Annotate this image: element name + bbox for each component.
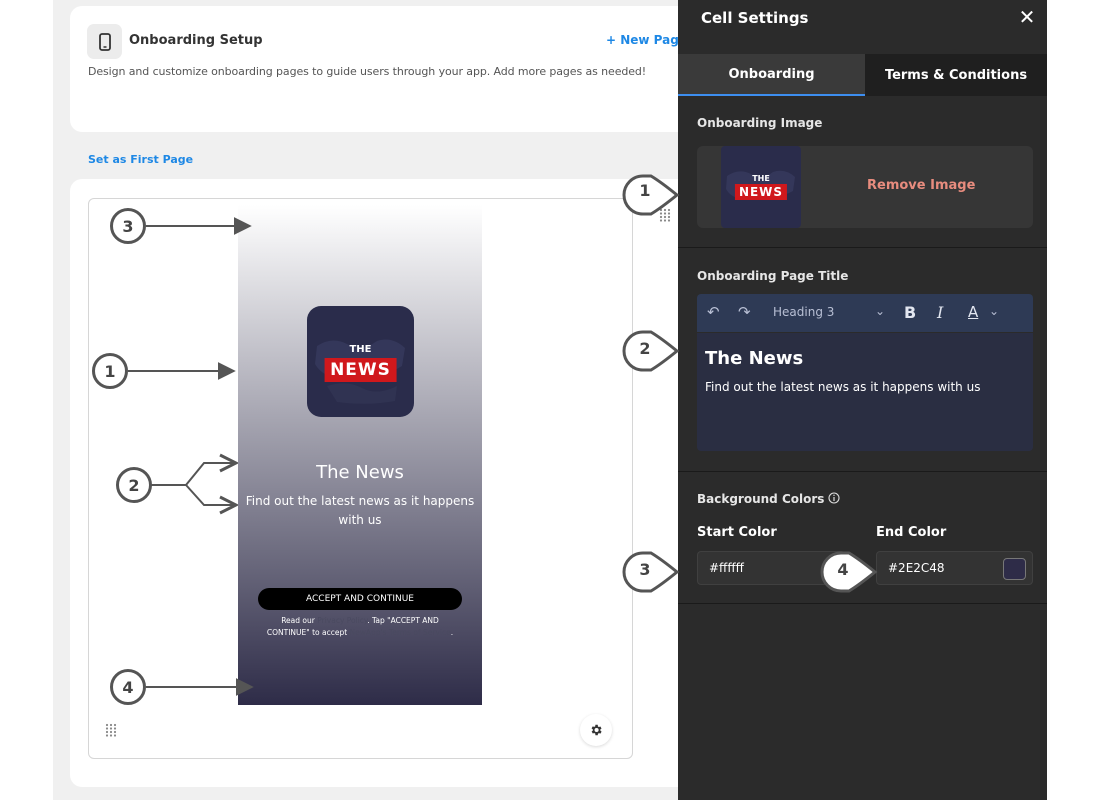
heading-format-select[interactable]: Heading 3 bbox=[773, 305, 834, 319]
callout-number: 1 bbox=[639, 181, 651, 200]
logo-text-the: THE bbox=[349, 344, 372, 355]
callout-number: 3 bbox=[639, 560, 651, 579]
redo-icon[interactable]: ↷ bbox=[738, 303, 751, 321]
background-colors-label: Background Colors bbox=[697, 492, 840, 507]
page-title-label: Onboarding Page Title bbox=[697, 269, 849, 283]
end-color-value: #2E2C48 bbox=[888, 561, 945, 575]
onboarding-image-label: Onboarding Image bbox=[697, 116, 823, 130]
end-color-label: End Color bbox=[876, 525, 947, 540]
preview-title: The News bbox=[316, 462, 404, 483]
news-thumbnail-image: THE NEWS bbox=[721, 146, 801, 228]
callout-badge: 3 bbox=[110, 208, 146, 244]
background-colors-text: Background Colors bbox=[697, 492, 825, 506]
terms-of-service-link[interactable]: NewApp's Terms of Service bbox=[350, 628, 451, 637]
end-color-input[interactable]: #2E2C48 bbox=[876, 551, 1033, 585]
chevron-down-icon[interactable]: ⌄ bbox=[875, 304, 885, 318]
section-divider bbox=[678, 603, 1047, 604]
section-divider bbox=[678, 471, 1047, 472]
drag-handle-icon[interactable] bbox=[105, 722, 117, 741]
close-icon[interactable]: ✕ bbox=[1018, 7, 1036, 27]
new-page-label: New Page bbox=[620, 33, 687, 47]
text-color-icon[interactable]: A bbox=[968, 303, 978, 321]
panel-title: Cell Settings bbox=[701, 9, 809, 27]
news-logo-image: THE NEWS bbox=[307, 306, 414, 417]
callout-number: 2 bbox=[639, 339, 651, 358]
start-color-label: Start Color bbox=[697, 525, 777, 540]
legal-suffix: . bbox=[450, 628, 454, 637]
legal-text: Read our Privacy Policy. Tap "ACCEPT AND… bbox=[264, 615, 456, 639]
tab-onboarding[interactable]: Onboarding bbox=[678, 54, 865, 96]
italic-icon[interactable]: I bbox=[937, 303, 943, 322]
editor-heading-text: The News bbox=[705, 348, 804, 369]
callout-badge: 4 bbox=[110, 669, 146, 705]
setup-description: Design and customize onboarding pages to… bbox=[88, 65, 647, 78]
thumb-text-news: NEWS bbox=[734, 184, 788, 200]
chevron-down-icon[interactable]: ⌄ bbox=[989, 304, 999, 318]
undo-icon[interactable]: ↶ bbox=[707, 303, 720, 321]
info-icon[interactable] bbox=[828, 492, 840, 507]
image-preview-box: THE NEWS Remove Image bbox=[697, 146, 1033, 228]
tab-terms-conditions[interactable]: Terms & Conditions bbox=[865, 54, 1047, 96]
setup-title: Onboarding Setup bbox=[129, 33, 263, 48]
bold-icon[interactable]: B bbox=[904, 303, 916, 322]
thumb-text-the: THE bbox=[752, 174, 770, 183]
set-first-page-link[interactable]: Set as First Page bbox=[88, 153, 193, 166]
new-page-button[interactable]: + New Page bbox=[606, 33, 687, 47]
cell-settings-panel: Cell Settings ✕ Onboarding Terms & Condi… bbox=[678, 0, 1047, 800]
phone-icon bbox=[87, 24, 122, 59]
gear-icon bbox=[591, 724, 602, 736]
editor-body-text: Find out the latest news as it happens w… bbox=[705, 380, 981, 394]
plus-icon: + bbox=[606, 33, 621, 47]
end-color-swatch[interactable] bbox=[1003, 558, 1026, 580]
privacy-policy-link[interactable]: Privacy Policy bbox=[317, 616, 367, 625]
callout-badge: 1 bbox=[92, 353, 128, 389]
rich-text-toolbar: ↶ ↷ Heading 3 ⌄ B I A ⌄ bbox=[697, 294, 1033, 332]
callout-badge: 2 bbox=[116, 467, 152, 503]
preview-subtitle: Find out the latest news as it happens w… bbox=[245, 494, 475, 527]
remove-image-button[interactable]: Remove Image bbox=[867, 178, 975, 193]
section-divider bbox=[678, 247, 1047, 248]
logo-text-news: NEWS bbox=[324, 358, 397, 382]
rich-text-editor[interactable]: The News Find out the latest news as it … bbox=[697, 333, 1033, 451]
legal-prefix: Read our bbox=[281, 616, 318, 625]
accept-continue-button[interactable]: ACCEPT AND CONTINUE bbox=[258, 588, 462, 610]
callout-number: 4 bbox=[837, 560, 849, 579]
onboarding-page-preview[interactable]: THE NEWS The News Find out the latest ne… bbox=[238, 205, 482, 705]
cell-settings-button[interactable] bbox=[580, 714, 612, 746]
